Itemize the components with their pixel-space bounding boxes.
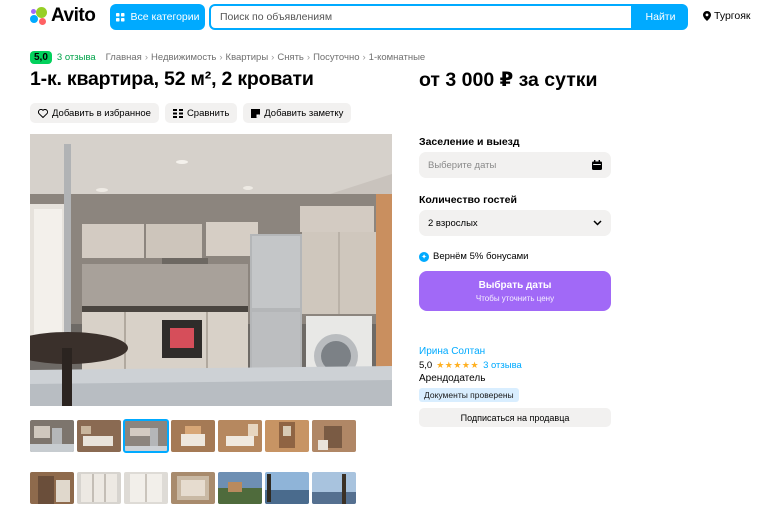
logo-text: Avito <box>51 5 96 26</box>
date-picker-placeholder: Выберите даты <box>428 159 497 171</box>
breadcrumb-item-home[interactable]: Главная <box>106 52 142 63</box>
breadcrumb-separator: › <box>362 52 366 63</box>
kitchen-photo-image <box>30 134 392 406</box>
thumbnail-selected[interactable] <box>123 419 169 453</box>
seller-rating-value: 5,0 <box>419 360 433 371</box>
add-note-label: Добавить заметку <box>264 107 344 119</box>
thumbnail[interactable] <box>171 472 215 504</box>
add-to-favorites-button[interactable]: Добавить в избранное <box>30 103 159 123</box>
bonus-text: Вернём 5% бонусами <box>433 251 529 262</box>
all-categories-button[interactable]: Все категории <box>110 4 205 30</box>
listing-actions: Добавить в избранное Сравнить Добавить з… <box>30 103 352 123</box>
add-to-favorites-label: Добавить в избранное <box>52 107 151 119</box>
thumbnail[interactable] <box>30 472 74 504</box>
chevron-down-icon <box>593 220 602 226</box>
checkin-label: Заселение и выезд <box>419 136 520 148</box>
thumbnail[interactable] <box>265 420 309 452</box>
thumbnail[interactable] <box>124 472 168 504</box>
add-note-button[interactable]: Добавить заметку <box>243 103 352 123</box>
thumbnail[interactable] <box>312 420 356 452</box>
rating-badge: 5,0 <box>30 51 52 64</box>
search-button[interactable]: Найти <box>633 4 688 30</box>
thumbnail[interactable] <box>171 420 215 452</box>
thumbnail[interactable] <box>30 420 74 452</box>
breadcrumb-item-daily[interactable]: Посуточно <box>313 52 359 63</box>
location-selector[interactable]: Тургояк <box>703 10 751 22</box>
breadcrumb-item-realty[interactable]: Недвижимость <box>151 52 216 63</box>
compare-icon <box>172 108 183 118</box>
select-dates-label: Выбрать даты <box>478 279 552 291</box>
subscribe-seller-button[interactable]: Подписаться на продавца <box>419 408 611 427</box>
guests-value: 2 взрослых <box>428 217 478 229</box>
location-label: Тургояк <box>714 10 751 22</box>
search-placeholder: Поиск по объявлениям <box>220 11 333 23</box>
thumbnail[interactable] <box>265 472 309 504</box>
seller-reviews-link[interactable]: 3 отзыва <box>483 360 522 371</box>
thumbnail[interactable] <box>312 472 356 504</box>
heart-icon <box>38 108 48 118</box>
seller-rating: 5,0 ★★★★★ 3 отзыва <box>419 360 522 371</box>
listing-price: от 3 000 ₽ за сутки <box>419 69 598 91</box>
thumbnail[interactable] <box>218 472 262 504</box>
select-dates-sublabel: Чтобы уточнить цену <box>475 293 555 303</box>
seller-name-link[interactable]: Ирина Солтан <box>419 346 485 357</box>
breadcrumb: 5,0 3 отзыва Главная › Недвижимость › Кв… <box>30 51 425 64</box>
breadcrumb-separator: › <box>271 52 275 63</box>
calendar-icon <box>592 160 602 170</box>
seller-role: Арендодатель <box>419 373 486 384</box>
breadcrumb-separator: › <box>144 52 149 63</box>
select-dates-button[interactable]: Выбрать даты Чтобы уточнить цену <box>419 271 611 311</box>
compare-button[interactable]: Сравнить <box>164 103 238 123</box>
breadcrumb-item-rent[interactable]: Снять <box>277 52 304 63</box>
bonus-icon: ✦ <box>419 251 429 262</box>
location-pin-icon <box>703 11 711 21</box>
search-input[interactable]: Поиск по объявлениям <box>209 4 633 30</box>
compare-label: Сравнить <box>186 107 230 119</box>
categories-icon <box>115 12 124 21</box>
guests-label: Количество гостей <box>419 194 517 206</box>
thumbnail[interactable] <box>218 420 262 452</box>
documents-verified-badge: Документы проверены <box>419 388 519 402</box>
avito-logo-icon <box>30 7 48 25</box>
all-categories-label: Все категории <box>130 11 200 23</box>
listing-title: 1-к. квартира, 52 м², 2 кровати <box>30 68 314 90</box>
breadcrumb-separator: › <box>219 52 223 63</box>
guests-select[interactable]: 2 взрослых <box>419 210 611 236</box>
avito-logo[interactable]: Avito <box>30 5 96 26</box>
main-listing-photo[interactable] <box>30 134 392 406</box>
thumbnail[interactable] <box>77 472 121 504</box>
reviews-link[interactable]: 3 отзыва <box>57 52 96 63</box>
photo-thumbnails <box>30 419 360 504</box>
breadcrumb-separator: › <box>306 52 311 63</box>
date-picker-field[interactable]: Выберите даты <box>419 152 611 178</box>
bonus-info: ✦ Вернём 5% бонусами <box>419 251 528 262</box>
note-icon <box>251 108 261 118</box>
breadcrumb-item-apartments[interactable]: Квартиры <box>226 52 269 63</box>
breadcrumb-item-one-room[interactable]: 1-комнатные <box>369 52 426 63</box>
star-rating-icon: ★★★★★ <box>436 360 480 370</box>
thumbnail[interactable] <box>77 420 121 452</box>
